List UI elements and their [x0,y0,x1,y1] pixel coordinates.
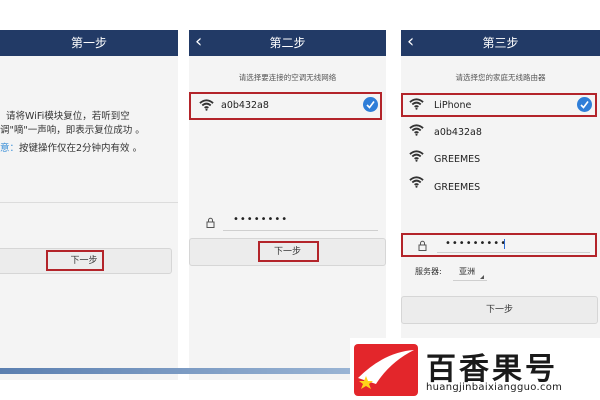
step1-header: 第一步 [0,30,178,56]
step3-subtitle: 请选择您的家庭无线路由器 [455,73,546,82]
step3-password-input[interactable]: ••••••••• [445,238,507,249]
step2-subtitle: 请选择要连接的空调无线网络 [238,73,337,82]
step1-next-highlight [46,250,104,271]
back-arrow-icon[interactable]: ‹ [407,30,414,54]
logo-url: huangjinbaixiangguo.com [426,382,563,393]
step2-password-input[interactable]: •••••••• [233,214,288,225]
step3-network-ssid: a0b432a8 [434,127,482,138]
step1-instruction-line2: 调"嘀"一声响，即表示复位成功 。 [0,125,145,136]
step1-instruction-line1: 请将WiFi模块复位，若听到空 [6,111,130,122]
step2-next-highlight [258,241,319,262]
step2-header: ‹ 第二步 [189,30,386,56]
step2-password-underline [223,230,378,231]
step2-network-highlight [189,92,382,120]
logo-mark-icon [354,344,418,396]
wifi-icon [409,124,424,136]
step3-server-label: 服务器: [415,267,442,276]
step1-note-text: 按键操作仅在2分钟内有效 。 [19,143,143,154]
check-icon [577,97,592,112]
wifi-icon [409,176,424,188]
step1-note-label: 意： [0,143,20,154]
bottom-decor-bar [0,368,370,374]
step3-screen: ‹ 第三步 请选择您的家庭无线路由器 LiPhone a0b432a8 GREE… [401,30,600,380]
lock-icon [418,240,427,251]
step3-network-ssid: LiPhone [434,100,472,111]
back-arrow-icon[interactable]: ‹ [195,30,202,54]
wifi-icon [199,99,214,111]
step3-password-underline [437,252,590,253]
step3-server-underline [453,280,487,281]
step3-header: ‹ 第三步 [401,30,600,56]
text-cursor [504,239,505,249]
wifi-icon [409,150,424,162]
step3-next-label: 下一步 [485,305,513,315]
step2-title: 第二步 [269,36,306,50]
step2-network-ssid: a0b432a8 [221,100,269,111]
check-icon [363,97,378,112]
dropdown-corner-icon [480,275,484,279]
step1-title: 第一步 [70,36,107,50]
step1-screen: 第一步 请将WiFi模块复位，若听到空 调"嘀"一声响，即表示复位成功 。 意：… [0,30,178,380]
lock-icon [206,217,215,228]
step3-next-button[interactable]: 下一步 [401,296,598,324]
wifi-icon [409,98,424,110]
step3-network-highlight [401,93,597,117]
step3-network-ssid: GREEMES [434,182,481,193]
step3-title: 第三步 [482,36,519,50]
step1-note: 意：按键操作仅在2分钟内有效 。 [0,140,142,154]
step2-screen: ‹ 第二步 请选择要连接的空调无线网络 a0b432a8 •••••••• 下一… [189,30,386,380]
step1-divider [0,202,178,203]
watermark-logo: 百香果号 huangjinbaixiangguo.com [350,338,600,400]
step3-server-value: 亚洲 [459,267,475,276]
step3-network-ssid: GREEMES [434,154,481,165]
